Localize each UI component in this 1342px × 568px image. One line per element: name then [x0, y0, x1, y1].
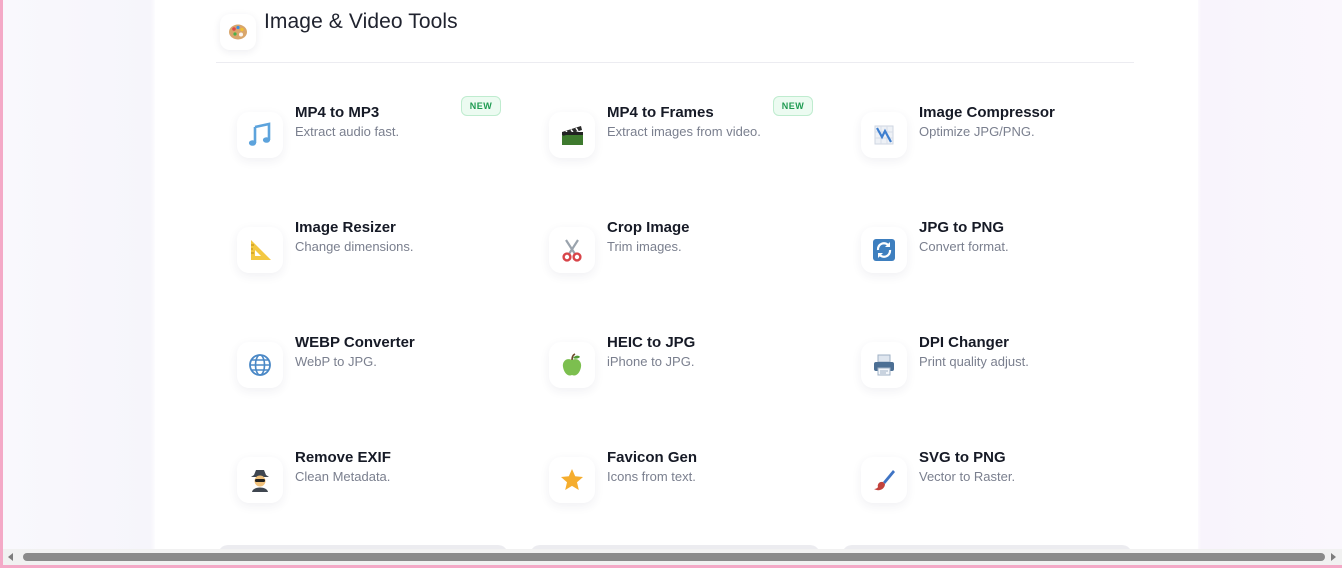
tool-card-favicon-gen[interactable]: Favicon Gen Icons from text.	[549, 441, 839, 521]
tool-card-webp-converter[interactable]: WEBP Converter WebP to JPG.	[237, 326, 527, 406]
tool-name: MP4 to Frames	[607, 104, 714, 121]
tool-description: Clean Metadata.	[295, 469, 391, 484]
tool-name: Image Resizer	[295, 219, 396, 236]
tool-description: Print quality adjust.	[919, 354, 1029, 369]
scissors-icon	[549, 227, 595, 273]
tool-description: Trim images.	[607, 239, 682, 254]
printer-icon	[861, 342, 907, 388]
tool-card-crop-image[interactable]: Crop Image Trim images.	[549, 211, 839, 291]
tool-description: Extract audio fast.	[295, 124, 400, 139]
palette-icon	[220, 14, 256, 50]
tool-name: DPI Changer	[919, 334, 1010, 351]
tool-card-jpg-to-png[interactable]: JPG to PNG Convert format.	[861, 211, 1151, 291]
music-notes-icon	[237, 112, 283, 158]
tool-description: WebP to JPG.	[295, 354, 377, 369]
section-title: Image & Video Tools	[264, 10, 458, 33]
tool-name: WEBP Converter	[295, 334, 415, 351]
detective-icon	[237, 457, 283, 503]
tool-name: JPG to PNG	[919, 219, 1005, 236]
tool-name: Crop Image	[607, 219, 690, 236]
paintbrush-icon	[861, 457, 907, 503]
tool-description: Extract images from video.	[607, 124, 761, 139]
star-icon	[549, 457, 595, 503]
scroll-thumb[interactable]	[23, 553, 1325, 561]
tool-name: Remove EXIF	[295, 449, 391, 466]
tool-card-mp4-to-frames[interactable]: MP4 to Frames Extract images from video.…	[549, 96, 839, 176]
tool-card-dpi-changer[interactable]: DPI Changer Print quality adjust.	[861, 326, 1151, 406]
tool-name: Image Compressor	[919, 104, 1055, 121]
triangle-ruler-icon	[237, 227, 283, 273]
horizontal-scrollbar[interactable]	[3, 549, 1342, 565]
scroll-right-arrow-icon[interactable]	[1331, 553, 1336, 561]
refresh-arrows-icon	[861, 227, 907, 273]
tool-name: HEIC to JPG	[607, 334, 696, 351]
scroll-left-arrow-icon[interactable]	[8, 553, 13, 561]
tool-card-remove-exif[interactable]: Remove EXIF Clean Metadata.	[237, 441, 527, 521]
globe-icon	[237, 342, 283, 388]
tool-description: Change dimensions.	[295, 239, 414, 254]
section-header: Image & Video Tools	[216, 0, 1134, 63]
compression-chart-icon	[861, 112, 907, 158]
green-apple-icon	[549, 342, 595, 388]
tool-name: Favicon Gen	[607, 449, 698, 466]
tool-description: Optimize JPG/PNG.	[919, 124, 1035, 139]
tool-name: SVG to PNG	[919, 449, 1006, 466]
tool-card-image-compressor[interactable]: Image Compressor Optimize JPG/PNG.	[861, 96, 1151, 176]
tool-card-svg-to-png[interactable]: SVG to PNG Vector to Raster.	[861, 441, 1151, 521]
tool-card-heic-to-jpg[interactable]: HEIC to JPG iPhone to JPG.	[549, 326, 839, 406]
tool-description: Vector to Raster.	[919, 469, 1016, 484]
tool-description: Icons from text.	[607, 469, 696, 484]
new-badge: NEW	[461, 96, 501, 116]
tool-name: MP4 to MP3	[295, 104, 380, 121]
tool-card-image-resizer[interactable]: Image Resizer Change dimensions.	[237, 211, 527, 291]
tool-description: iPhone to JPG.	[607, 354, 695, 369]
tool-description: Convert format.	[919, 239, 1009, 254]
clapper-board-icon	[549, 112, 595, 158]
tool-card-mp4-to-mp3[interactable]: MP4 to MP3 Extract audio fast. NEW	[237, 96, 527, 176]
new-badge: NEW	[773, 96, 813, 116]
